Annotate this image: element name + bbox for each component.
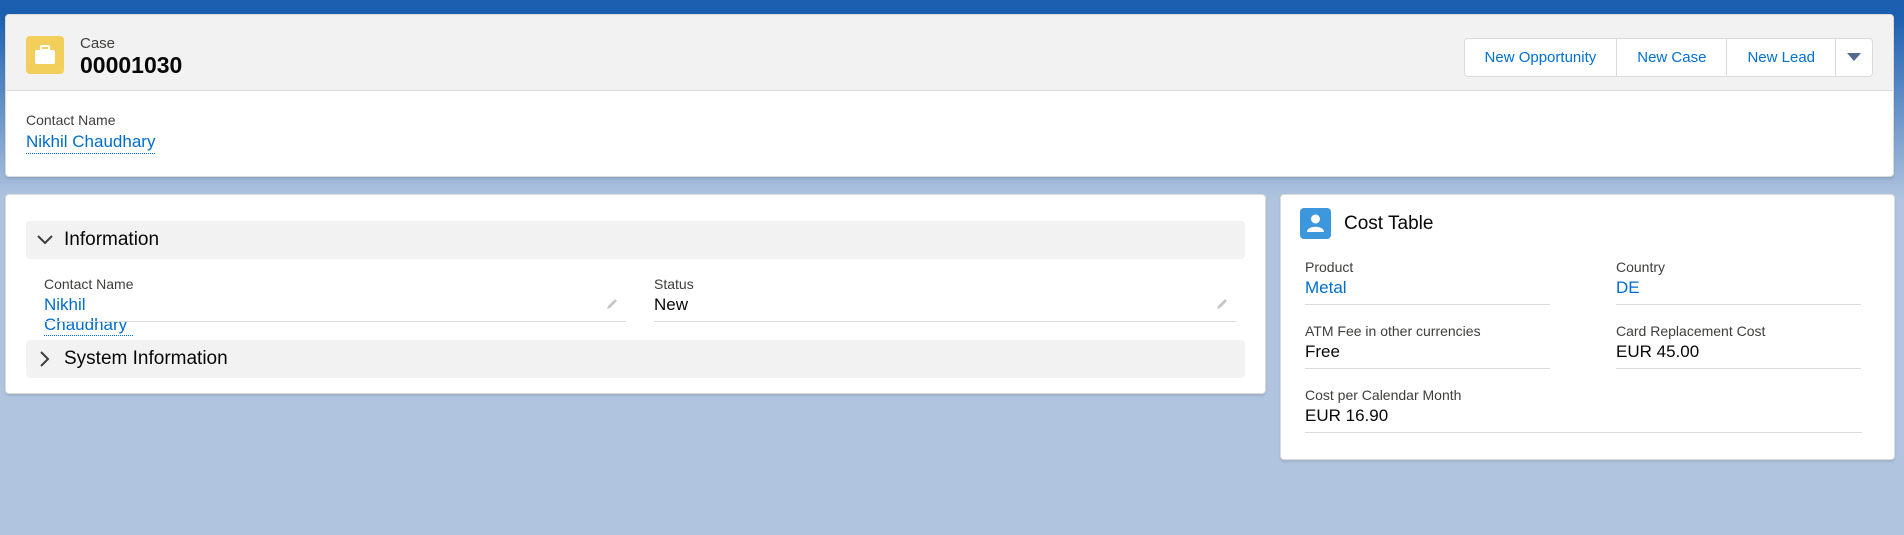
card-replacement-label: Card Replacement Cost — [1616, 323, 1766, 339]
contact-name-link[interactable]: Nikhil Chaudhary — [44, 295, 134, 336]
field-divider — [1616, 304, 1861, 305]
record-details: Information Contact Name Nikhil Chaudhar… — [5, 194, 1266, 394]
monthly-cost-field: Cost per Calendar Month EUR 16.90 — [1305, 387, 1862, 433]
country-link[interactable]: DE — [1616, 278, 1640, 298]
field-divider — [1305, 304, 1550, 305]
country-label: Country — [1616, 259, 1666, 275]
country-field: Country DE — [1616, 259, 1861, 305]
object-label: Case — [80, 35, 116, 52]
record-highlights: Case 00001030 New Opportunity New Case N… — [5, 14, 1894, 177]
contact-name-label: Contact Name — [26, 112, 116, 128]
new-case-button[interactable]: New Case — [1617, 39, 1728, 76]
status-field: Status New — [654, 276, 1236, 322]
contact-name-link[interactable]: Nikhil Chaudhary — [26, 132, 156, 154]
section-system-information-toggle[interactable]: System Information — [26, 340, 1245, 378]
cost-table-title: Cost Table — [1344, 213, 1434, 234]
chevron-down-icon — [26, 235, 64, 245]
highlights-fields: Contact Name Nikhil Chaudhary — [6, 91, 1893, 176]
contact-name-label: Contact Name — [44, 276, 134, 292]
atm-fee-value: Free — [1305, 342, 1340, 361]
case-icon — [26, 36, 64, 74]
section-information-toggle[interactable]: Information — [26, 221, 1245, 259]
contact-name-field: Contact Name Nikhil Chaudhary — [44, 276, 626, 336]
contact-icon — [1300, 208, 1331, 239]
chevron-right-icon — [26, 351, 64, 367]
new-lead-button[interactable]: New Lead — [1727, 39, 1836, 76]
product-link[interactable]: Metal — [1305, 278, 1347, 298]
new-opportunity-button[interactable]: New Opportunity — [1464, 39, 1618, 76]
edit-pencil-icon[interactable] — [1215, 297, 1229, 316]
chevron-down-icon — [1847, 49, 1861, 67]
highlights-header: Case 00001030 New Opportunity New Case N… — [6, 15, 1893, 91]
section-system-information-title: System Information — [64, 348, 228, 369]
field-divider — [654, 321, 1236, 322]
more-actions-button[interactable] — [1836, 39, 1872, 76]
field-divider — [44, 321, 626, 322]
record-title: 00001030 — [80, 52, 183, 78]
action-button-group: New Opportunity New Case New Lead — [1463, 38, 1873, 77]
atm-fee-field: ATM Fee in other currencies Free — [1305, 323, 1550, 369]
atm-fee-label: ATM Fee in other currencies — [1305, 323, 1481, 339]
status-value: New — [654, 295, 689, 314]
monthly-cost-value: EUR 16.90 — [1305, 406, 1389, 425]
section-information-title: Information — [64, 229, 160, 250]
field-divider — [1616, 368, 1861, 369]
card-replacement-value: EUR 45.00 — [1616, 342, 1700, 361]
status-label: Status — [654, 276, 694, 292]
card-replacement-field: Card Replacement Cost EUR 45.00 — [1616, 323, 1861, 369]
cost-table-card: Cost Table Product Metal Country DE ATM … — [1280, 194, 1895, 460]
field-divider — [1305, 432, 1862, 433]
product-field: Product Metal — [1305, 259, 1550, 305]
product-label: Product — [1305, 259, 1354, 275]
monthly-cost-label: Cost per Calendar Month — [1305, 387, 1462, 403]
field-divider — [1305, 368, 1550, 369]
edit-pencil-icon[interactable] — [605, 297, 619, 316]
